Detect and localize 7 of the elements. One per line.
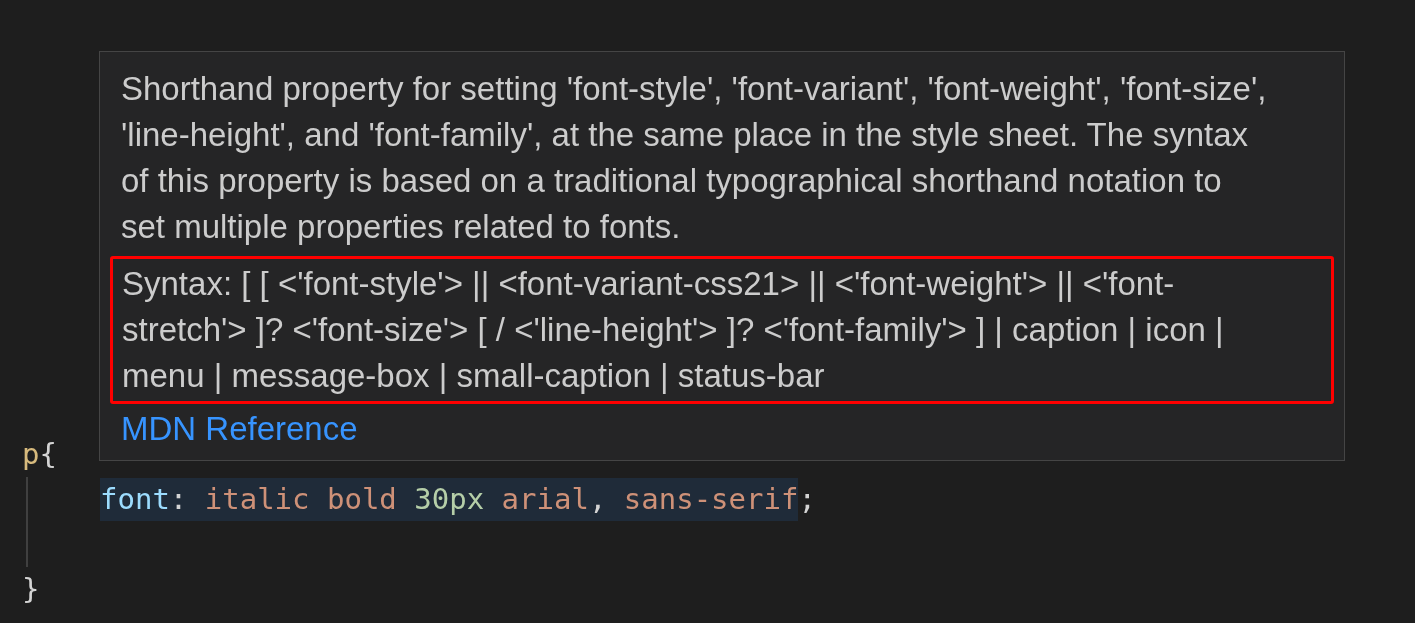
syntax-text: Syntax: [ [ <'font-style'> || <font-variant-css21> || <'font-weight'> || <'font-stretch'> ]? <'font-size'> [ / <'line-height'> ]? <'font-family'> ] | caption | icon | menu | message-box | small-caption | status-bar bbox=[110, 256, 1334, 404]
code-text: font: italic bold 30px arial, sans-serif bbox=[100, 477, 799, 522]
mdn-reference-link[interactable]: MDN Reference bbox=[121, 406, 358, 452]
code-text: } bbox=[22, 570, 40, 608]
description-text: Shorthand property for setting 'font-style', 'font-variant', 'font-weight', 'font-size', 'line-height', and 'font-family', at the same place in the style sheet. The syntax of this property is based on a traditional typographical shorthand notation to set multiple properties related to fonts. bbox=[121, 69, 1268, 247]
code-text: p{ bbox=[22, 435, 57, 473]
code-text: ; bbox=[798, 480, 816, 518]
